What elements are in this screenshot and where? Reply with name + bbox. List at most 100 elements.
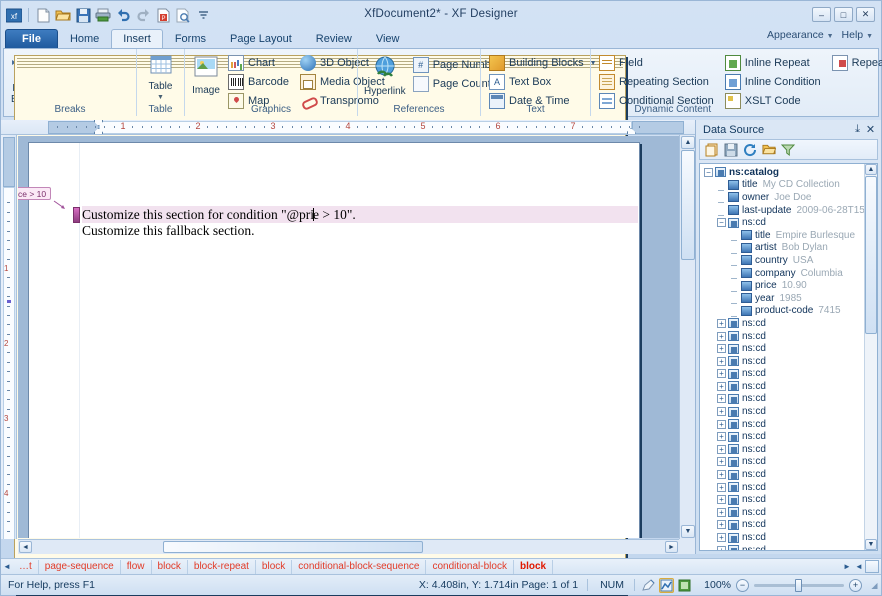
help-menu[interactable]: Help ▼ xyxy=(842,29,873,41)
field-button[interactable]: Field xyxy=(596,54,719,72)
zoom-out-button[interactable]: − xyxy=(736,578,749,592)
scroll-left-button[interactable]: ◄ xyxy=(19,541,32,553)
tree-node[interactable]: price 10.90 xyxy=(700,279,864,292)
tree-scroll-down-button[interactable]: ▼ xyxy=(865,539,877,550)
close-panel-button[interactable]: ✕ xyxy=(864,123,877,136)
tree-node[interactable]: + ns:cd xyxy=(700,468,864,481)
restore-button[interactable]: □ xyxy=(834,7,853,22)
tree-expand-icon[interactable]: + xyxy=(717,470,726,480)
tree-node[interactable]: last-update 2009-06-28T15: xyxy=(700,204,864,217)
tree-node[interactable]: product-code 7415 xyxy=(700,305,864,318)
tree-expand-icon[interactable]: + xyxy=(717,533,726,543)
tree-node[interactable]: − ns:cd xyxy=(700,216,864,229)
breadcrumb-item[interactable]: flow xyxy=(121,559,152,574)
tree-vertical-scrollbar[interactable]: ▲ ▼ xyxy=(864,164,877,550)
breadcrumb-scroll-left[interactable]: ◄ xyxy=(1,562,13,571)
tree-node[interactable]: − ns:catalog xyxy=(700,166,864,179)
tree-node[interactable]: title Empire Burlesque xyxy=(700,229,864,242)
tree-expand-icon[interactable]: + xyxy=(717,407,726,417)
tab-file[interactable]: File xyxy=(5,29,58,48)
repeating-section-button[interactable]: Repeating Section xyxy=(596,73,719,91)
zoom-slider-track[interactable] xyxy=(754,578,844,592)
breadcrumb-item[interactable]: page-sequence xyxy=(39,559,121,574)
tree-node[interactable]: title My CD Collection xyxy=(700,179,864,192)
new-data-source-icon[interactable] xyxy=(704,142,720,158)
tree-node[interactable]: + ns:cd xyxy=(700,405,864,418)
document-line-fallback[interactable]: Customize this fallback section. xyxy=(82,223,638,239)
tree-node[interactable]: + ns:cd xyxy=(700,368,864,381)
tree-scroll-up-button[interactable]: ▲ xyxy=(865,164,877,175)
tree-node[interactable]: + ns:cd xyxy=(700,531,864,544)
open-data-source-icon[interactable] xyxy=(761,142,777,158)
document-canvas[interactable]: ce > 10 Customize this section for condi… xyxy=(18,136,679,538)
tree-node[interactable]: + ns:cd xyxy=(700,544,864,550)
horizontal-scroll-thumb[interactable] xyxy=(163,541,423,553)
tree-expand-icon[interactable]: + xyxy=(717,381,726,391)
document-page[interactable]: ce > 10 Customize this section for condi… xyxy=(18,142,640,538)
tree-expand-icon[interactable]: + xyxy=(717,482,726,492)
tree-expand-icon[interactable]: + xyxy=(717,545,726,550)
tree-expand-icon[interactable]: + xyxy=(717,507,726,517)
tree-node[interactable]: company Columbia xyxy=(700,267,864,280)
tree-node[interactable]: + ns:cd xyxy=(700,393,864,406)
scroll-up-button[interactable]: ▲ xyxy=(681,136,695,149)
breadcrumb-item[interactable]: block xyxy=(256,559,293,574)
tree-node[interactable]: country USA xyxy=(700,254,864,267)
breadcrumb-scroll-left-2[interactable]: ◄ xyxy=(853,562,865,571)
save-data-source-icon[interactable] xyxy=(723,142,739,158)
tree-node[interactable]: + ns:cd xyxy=(700,380,864,393)
tree-expand-icon[interactable]: + xyxy=(717,318,726,328)
tree-node[interactable]: + ns:cd xyxy=(700,481,864,494)
tree-scroll-thumb[interactable] xyxy=(865,176,877,334)
tree-node[interactable]: + ns:cd xyxy=(700,506,864,519)
filter-data-source-icon[interactable] xyxy=(780,142,796,158)
tree-expand-icon[interactable]: + xyxy=(717,419,726,429)
inline-repeat-button[interactable]: Inline Repeat xyxy=(722,54,826,72)
inline-condition-button[interactable]: Inline Condition xyxy=(722,73,826,91)
tab-forms[interactable]: Forms xyxy=(163,29,218,48)
refresh-data-source-icon[interactable] xyxy=(742,142,758,158)
close-button[interactable]: ✕ xyxy=(856,7,875,22)
tree-node[interactable]: + ns:cd xyxy=(700,519,864,532)
conditional-section-marker[interactable] xyxy=(73,207,80,223)
tree-node[interactable]: + ns:cd xyxy=(700,443,864,456)
tree-expand-icon[interactable]: + xyxy=(717,369,726,379)
tab-review[interactable]: Review xyxy=(304,29,364,48)
zoom-in-button[interactable]: + xyxy=(849,578,862,592)
tree-node[interactable]: + ns:cd xyxy=(700,342,864,355)
building-blocks-button[interactable]: Building Blocks ▼ xyxy=(486,54,602,72)
breadcrumb-scroll-right[interactable]: ► xyxy=(841,562,853,571)
design-view-button[interactable] xyxy=(659,577,674,593)
chart-button[interactable]: Chart xyxy=(225,54,294,72)
minimize-button[interactable]: – xyxy=(812,7,831,22)
document-text[interactable]: Customize this section for condition "@p… xyxy=(82,206,638,239)
repeating-page-button[interactable]: Repeating Page xyxy=(829,54,882,72)
tree-collapse-icon[interactable]: − xyxy=(704,167,713,177)
tree-node[interactable]: year 1985 xyxy=(700,292,864,305)
breadcrumb-item[interactable]: conditional-block xyxy=(426,559,514,574)
tree-node[interactable]: + ns:cd xyxy=(700,456,864,469)
tree-node[interactable]: owner Joe Doe xyxy=(700,191,864,204)
breadcrumb-item[interactable]: block-repeat xyxy=(188,559,256,574)
tree-expand-icon[interactable]: + xyxy=(717,344,726,354)
document-vertical-scrollbar[interactable]: ▲ ▼ xyxy=(679,135,695,539)
tree-expand-icon[interactable]: + xyxy=(717,331,726,341)
data-source-tree[interactable]: − ns:catalog title My CD Collection owner Joe… xyxy=(699,163,878,551)
tab-insert[interactable]: Insert xyxy=(111,29,163,48)
tab-view[interactable]: View xyxy=(364,29,412,48)
table-button[interactable]: Table ▼ xyxy=(142,52,179,104)
tree-expand-icon[interactable]: + xyxy=(717,394,726,404)
vertical-ruler[interactable]: 1 2 3 4 xyxy=(1,135,17,539)
scroll-right-button[interactable]: ► xyxy=(665,541,678,553)
tree-node[interactable]: + ns:cd xyxy=(700,430,864,443)
tree-expand-icon[interactable]: + xyxy=(717,495,726,505)
text-box-button[interactable]: Text Box xyxy=(486,73,602,91)
breadcrumb-item[interactable]: …t xyxy=(13,559,39,574)
barcode-button[interactable]: Barcode xyxy=(225,73,294,91)
tree-node[interactable]: + ns:cd xyxy=(700,418,864,431)
window-resize-grip-icon[interactable]: ◢ xyxy=(868,581,881,590)
draft-view-button[interactable] xyxy=(641,578,656,593)
horizontal-ruler[interactable]: 1 2 3 4 5 6 7 xyxy=(1,120,695,135)
hyperlink-button[interactable]: Hyperlink xyxy=(363,52,407,98)
document-line-condition[interactable]: Customize this section for condition "@p… xyxy=(82,206,638,223)
